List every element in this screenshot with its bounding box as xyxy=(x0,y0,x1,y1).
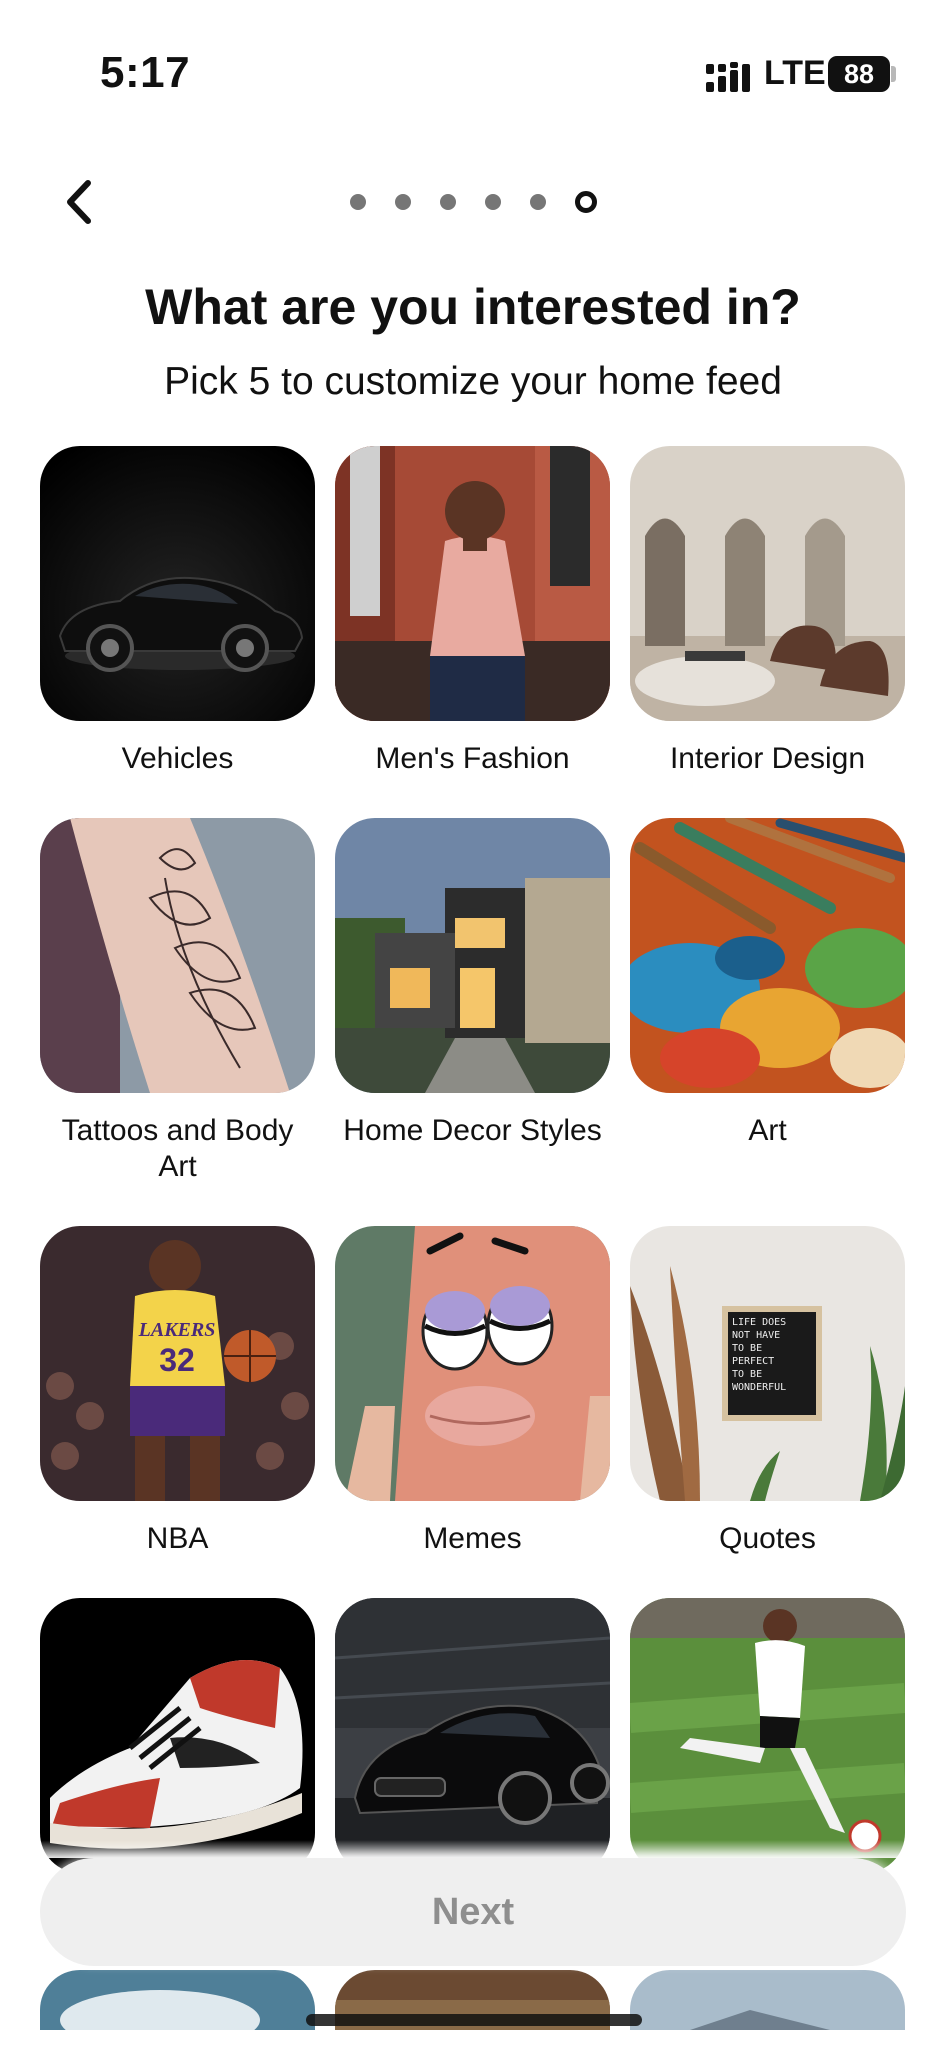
quote-text: LIFE DOES NOT HAVE TO BE PERFECT TO BE WONDER… xyxy=(732,1317,787,1393)
topic-label: Men's Fashion xyxy=(375,742,570,775)
network-type: LTE xyxy=(764,54,826,92)
topic-art[interactable]: Art xyxy=(630,818,905,1149)
topic-label: Tattoos and Body Art xyxy=(61,1114,294,1183)
topic-label: NBA xyxy=(146,1522,209,1555)
fade-overlay xyxy=(0,1840,946,1858)
topic-label: Interior Design xyxy=(669,742,866,775)
topic-image-interior-design xyxy=(630,446,905,721)
progress-dot xyxy=(530,194,546,210)
topic-tile-ocean[interactable] xyxy=(40,1970,315,2030)
topic-quotes[interactable]: LIFE DOES NOT HAVE TO BE PERFECT TO BE WONDER… xyxy=(630,1226,905,1557)
topic-label: Vehicles xyxy=(121,742,234,775)
topic-tile-sneakers[interactable] xyxy=(40,1598,315,1873)
jersey-text: LAKERS xyxy=(138,1319,216,1341)
topic-label: Quotes xyxy=(719,1522,816,1555)
progress-dot-current xyxy=(575,191,597,213)
home-indicator[interactable] xyxy=(306,2014,642,2026)
topic-image-art xyxy=(630,818,905,1093)
topic-vehicles[interactable]: Vehicles xyxy=(40,446,315,777)
topic-image-sneakers xyxy=(40,1598,315,1873)
topic-image-quotes: LIFE DOES NOT HAVE TO BE PERFECT TO BE WONDER… xyxy=(630,1226,905,1501)
topic-tile-soccer[interactable] xyxy=(630,1598,905,1873)
topic-label: Memes xyxy=(423,1522,522,1555)
topic-image-tattoos xyxy=(40,818,315,1093)
progress-dot xyxy=(440,194,456,210)
topic-home-decor-styles[interactable]: Home Decor Styles xyxy=(335,818,610,1149)
topic-tattoos-body-art[interactable]: Tattoos and Body Art xyxy=(40,818,315,1185)
signal-strength-icon xyxy=(706,62,750,92)
topic-image-home-decor xyxy=(335,818,610,1093)
status-bar: 5:17 LTE 88 xyxy=(0,0,946,150)
topic-image-architecture xyxy=(630,1970,905,2030)
topic-image-mens-fashion xyxy=(335,446,610,721)
topic-image-soccer xyxy=(630,1598,905,1873)
status-time: 5:17 xyxy=(100,48,191,97)
topic-image-nba: LAKERS 32 xyxy=(40,1226,315,1501)
progress-dot xyxy=(395,194,411,210)
battery-tip xyxy=(891,66,896,82)
progress-indicator xyxy=(350,190,597,214)
topic-image-ocean xyxy=(40,1970,315,2030)
back-button[interactable] xyxy=(54,172,104,232)
topic-tile-sports-car[interactable] xyxy=(335,1598,610,1873)
topic-mens-fashion[interactable]: Men's Fashion xyxy=(335,446,610,777)
battery-icon: 88 xyxy=(828,56,890,92)
progress-dot xyxy=(350,194,366,210)
topic-image-memes xyxy=(335,1226,610,1501)
topic-tile-architecture[interactable] xyxy=(630,1970,905,2030)
topic-label: Home Decor Styles xyxy=(343,1114,602,1147)
topic-interior-design[interactable]: Interior Design xyxy=(630,446,905,777)
topic-memes[interactable]: Memes xyxy=(335,1226,610,1557)
progress-dot xyxy=(485,194,501,210)
topic-nba[interactable]: LAKERS 32 NBA xyxy=(40,1226,315,1557)
page-title: What are you interested in? xyxy=(145,279,801,335)
page-subtitle: Pick 5 to customize your home feed xyxy=(164,360,782,403)
next-button[interactable]: Next xyxy=(40,1858,906,1966)
jersey-number: 32 xyxy=(159,1342,195,1378)
topic-image-vehicles xyxy=(40,446,315,721)
topic-label: Art xyxy=(748,1114,787,1147)
chevron-left-icon xyxy=(67,180,91,224)
topic-image-sports-car xyxy=(335,1598,610,1873)
